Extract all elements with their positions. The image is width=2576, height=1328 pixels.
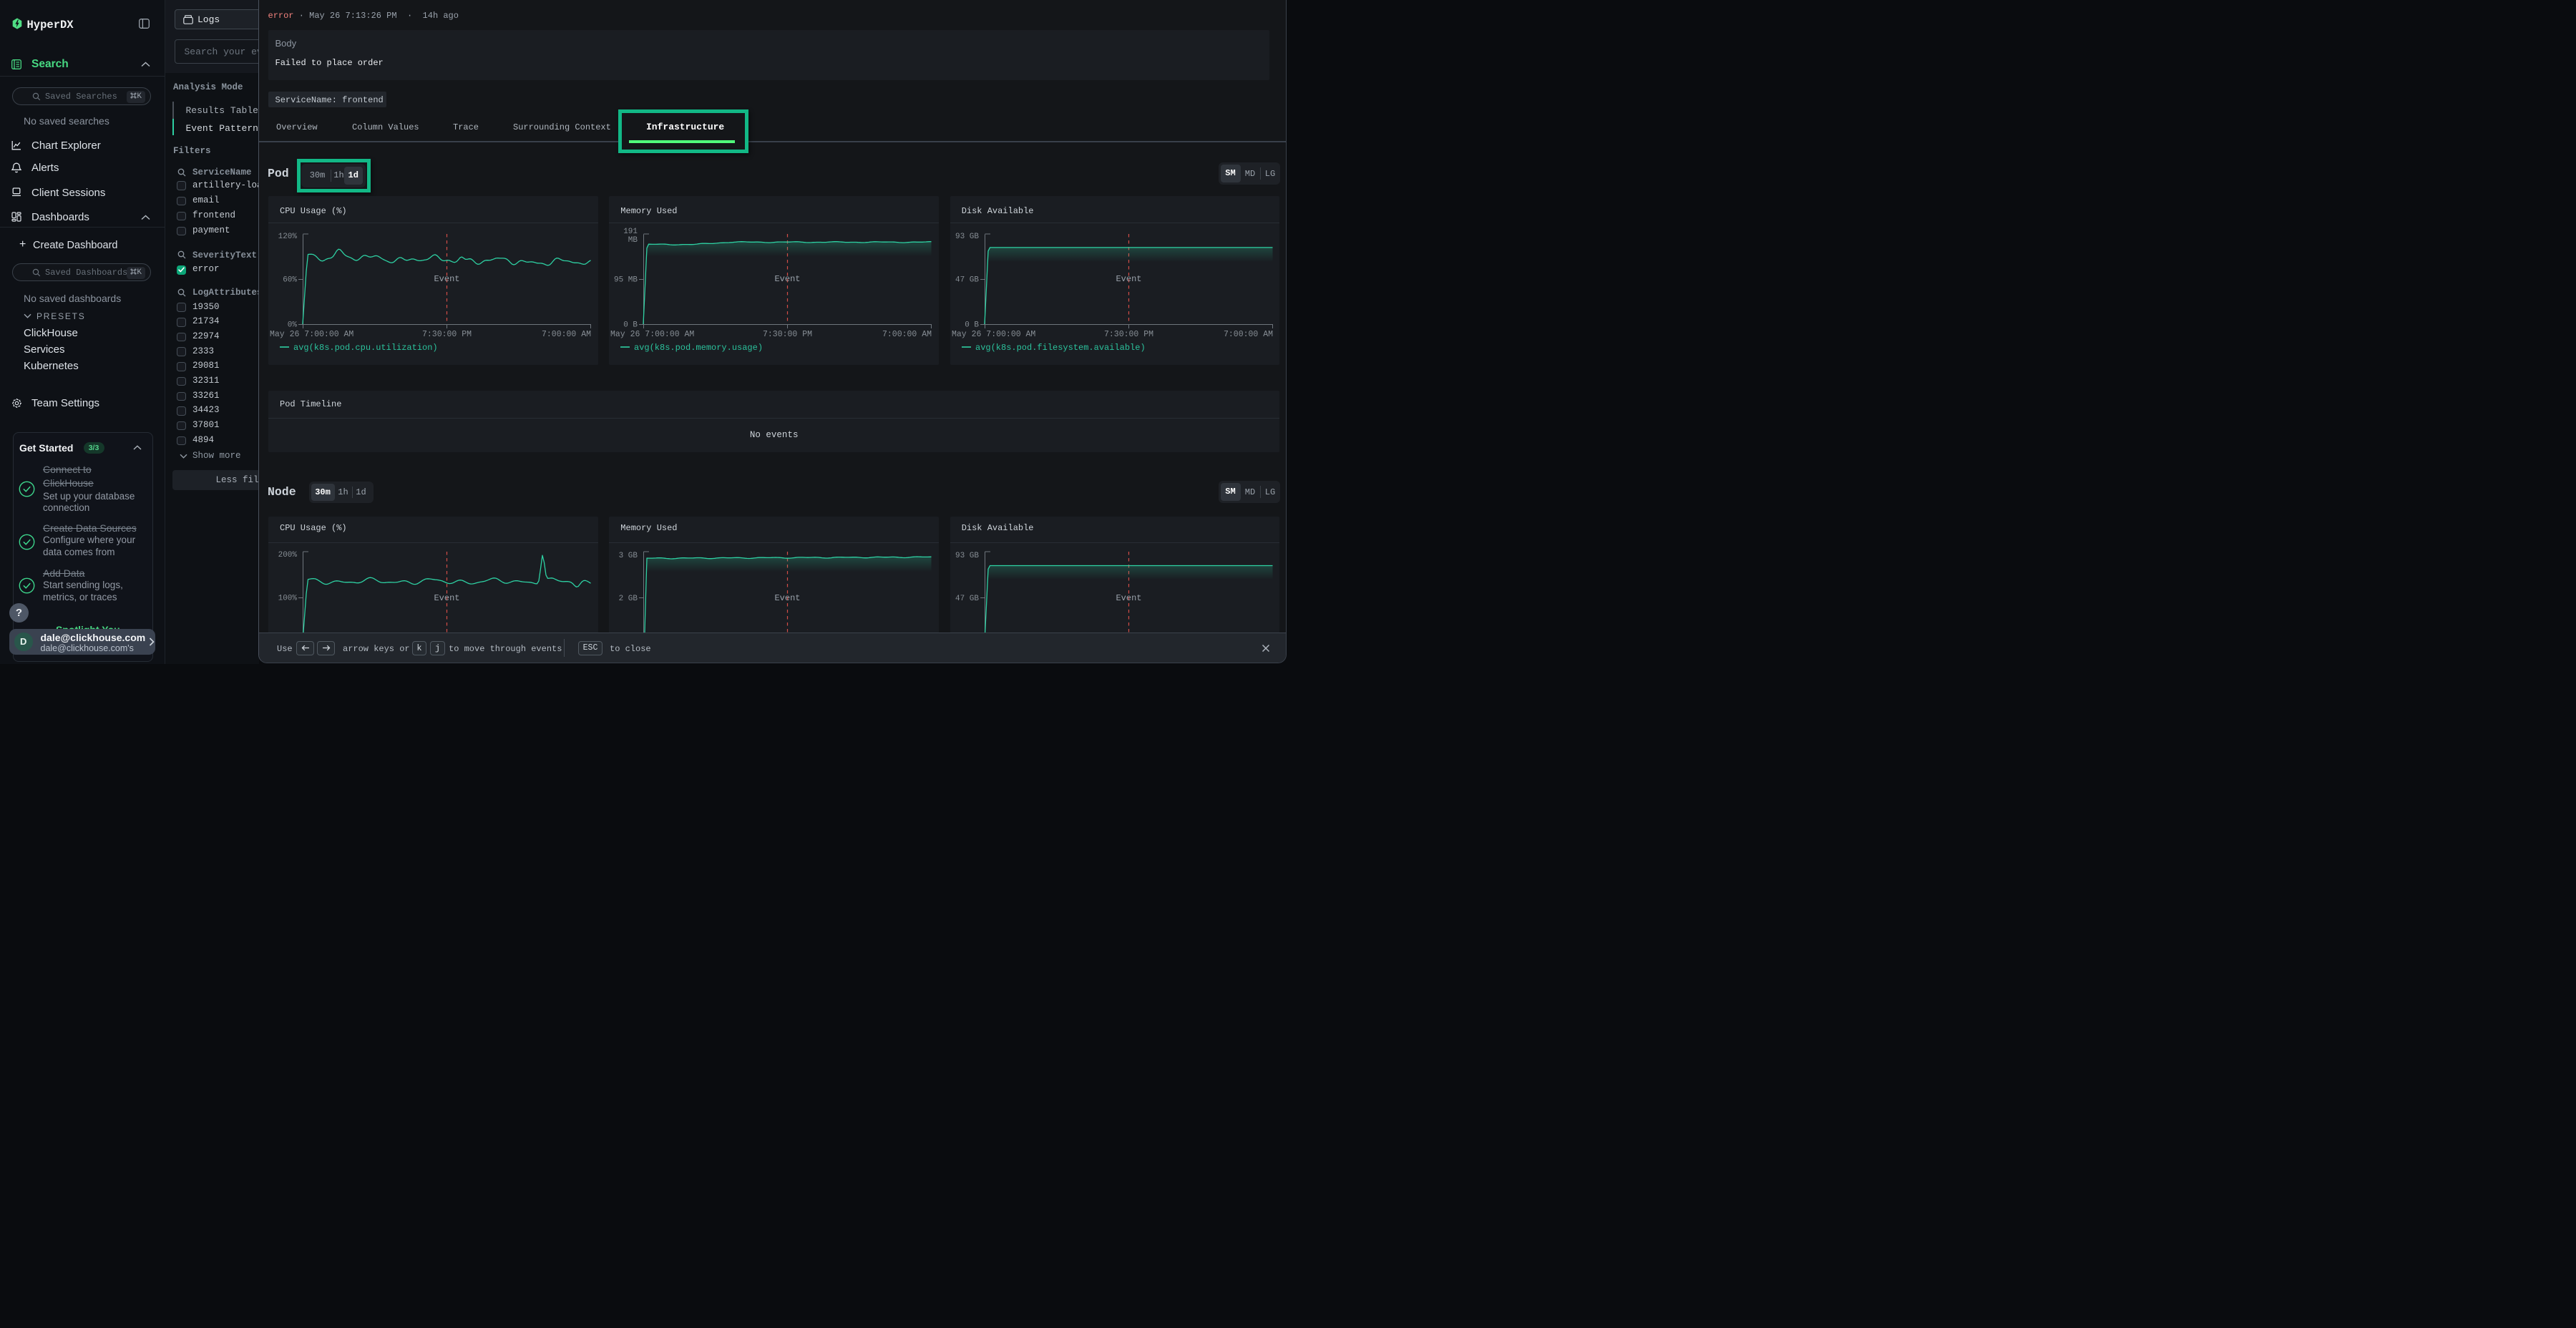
svg-text:0 B: 0 B (965, 321, 979, 330)
svg-text:47 GB: 47 GB (955, 276, 979, 285)
svg-text:93 GB: 93 GB (955, 233, 979, 241)
svg-text:120%: 120% (278, 233, 298, 241)
svg-text:7:00:00 AM: 7:00:00 AM (1224, 330, 1273, 339)
svg-text:MB: MB (628, 236, 638, 245)
svg-text:0 B: 0 B (623, 321, 638, 330)
svg-text:95 MB: 95 MB (614, 276, 638, 285)
svg-text:7:00:00 AM: 7:00:00 AM (882, 330, 932, 339)
svg-text:7:30:00 PM: 7:30:00 PM (1104, 330, 1153, 339)
svg-text:2 GB: 2 GB (619, 595, 638, 603)
svg-text:47 GB: 47 GB (955, 595, 979, 603)
svg-text:191: 191 (623, 228, 638, 236)
svg-text:7:30:00 PM: 7:30:00 PM (763, 330, 812, 339)
svg-text:100%: 100% (278, 595, 298, 603)
svg-text:60%: 60% (283, 276, 297, 285)
svg-text:avg(k8s.pod.filesystem.availab: avg(k8s.pod.filesystem.available) (975, 343, 1146, 353)
svg-text:Event: Event (434, 593, 459, 603)
svg-text:7:30:00 PM: 7:30:00 PM (422, 330, 472, 339)
svg-text:7:00:00 AM: 7:00:00 AM (542, 330, 591, 339)
svg-text:200%: 200% (278, 551, 298, 560)
svg-text:avg(k8s.pod.cpu.utilization): avg(k8s.pod.cpu.utilization) (293, 343, 438, 353)
svg-text:avg(k8s.pod.memory.usage): avg(k8s.pod.memory.usage) (634, 343, 763, 353)
svg-text:93 GB: 93 GB (955, 552, 979, 560)
svg-text:May 26 7:00:00 AM: May 26 7:00:00 AM (610, 330, 694, 339)
svg-text:May 26 7:00:00 AM: May 26 7:00:00 AM (952, 330, 1035, 339)
svg-text:Event: Event (434, 274, 459, 284)
svg-text:0%: 0% (288, 321, 298, 330)
svg-text:3 GB: 3 GB (619, 552, 638, 560)
svg-text:May 26 7:00:00 AM: May 26 7:00:00 AM (270, 330, 353, 339)
